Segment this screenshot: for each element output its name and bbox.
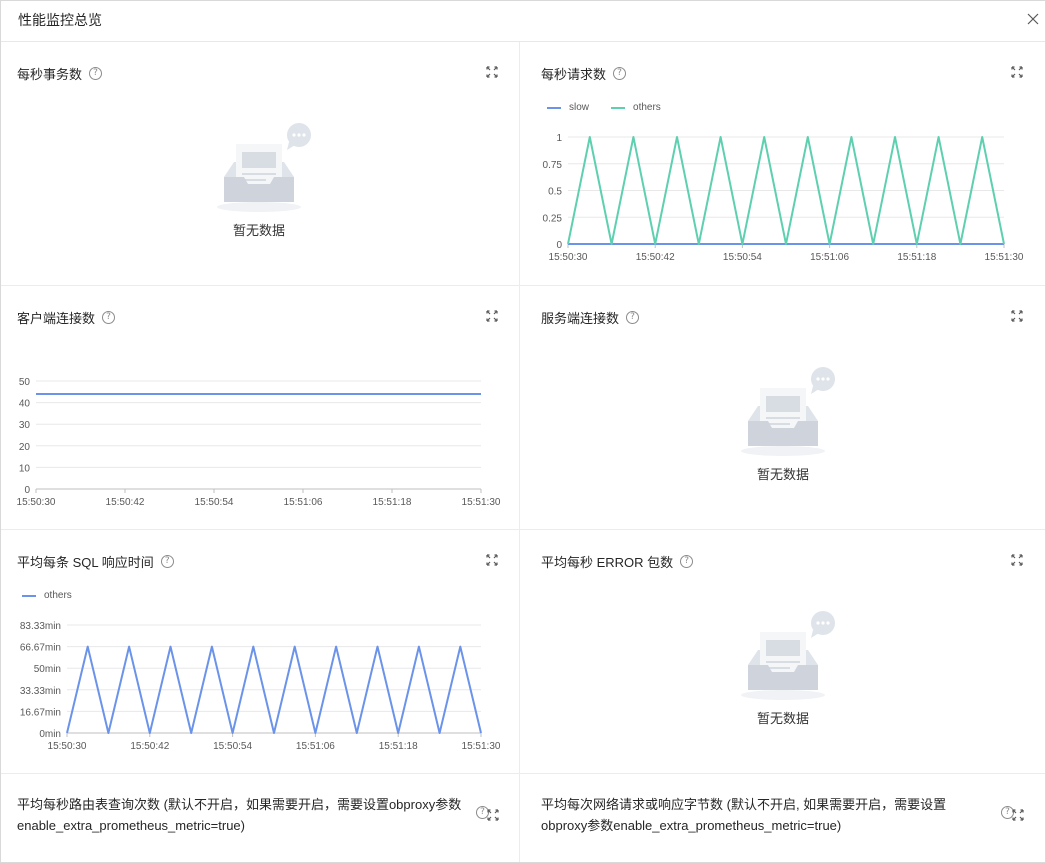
y-tick-label: 83.33min [20,621,61,632]
x-tick-label: 15:50:54 [213,741,252,752]
x-tick-label: 15:51:30 [462,497,501,508]
x-tick-label: 15:51:30 [985,252,1024,263]
expand-icon[interactable] [1011,554,1023,566]
x-tick-label: 15:51:06 [296,741,335,752]
y-tick-label: 0.25 [543,213,563,224]
panel-title: 服务端连接数 [541,311,620,326]
y-tick-label: 50 [19,377,31,388]
x-tick-label: 15:50:42 [130,741,169,752]
qps-line-chart: 0 0.25 0.5 0.75 1 15:50:30 15:50:42 15:50:54 15:… [543,133,1024,263]
y-tick-label: 0.5 [548,187,562,198]
panel-server-conn: 服务端连接数 ? 暂无数据 [520,286,1045,530]
panel-sql-rt: 平均每条 SQL 响应时间 ? others 0min 16.67min 33.33… [1,530,520,774]
panel-route-query: 平均每秒路由表查询次数 (默认不开启，如果需要开启，需要设置obproxy参数e… [1,774,520,862]
empty-inbox-icon [741,611,835,700]
close-button[interactable] [1021,7,1045,31]
empty-state: 暂无数据 [199,122,319,242]
client-conn-line-chart: 0 10 20 30 40 50 15:50:30 15:50:42 15:50:54 15:51… [17,377,501,508]
help-icon[interactable]: ? [626,311,640,324]
x-tick-label: 15:50:42 [636,252,675,263]
expand-icon[interactable] [1011,310,1023,322]
y-tick-label: 66.67min [20,643,61,654]
y-tick-label: 50min [34,664,61,675]
panel-client-conn: 客户端连接数 ? 0 10 20 30 40 50 15:50:30 15:50:42 15:5… [1,286,520,530]
y-tick-label: 10 [19,463,31,474]
x-tick-label: 15:51:30 [462,741,501,752]
x-tick-label: 15:50:30 [549,252,588,263]
x-tick-label: 15:51:18 [373,497,412,508]
empty-text: 暂无数据 [756,711,809,726]
y-tick-label: 0 [556,240,562,251]
empty-inbox-icon [217,123,311,212]
y-tick-label: 0.75 [543,160,563,171]
x-tick-label: 15:50:30 [17,497,56,508]
close-icon [1027,13,1039,25]
panel-qps: 每秒请求数 ? slow others 0 0.25 0.5 0.75 1 15:50:3… [520,42,1045,286]
x-tick-label: 15:51:18 [379,741,418,752]
modal-title: 性能监控总览 [18,12,102,28]
expand-icon[interactable] [486,66,498,78]
help-icon[interactable]: ? [89,67,103,80]
y-tick-label: 0 [24,485,30,496]
empty-inbox-icon [741,367,835,456]
empty-state: 暂无数据 [723,366,843,486]
panel-net-bytes: 平均每次网络请求或响应字节数 (默认不开启, 如果需要开启，需要设置obprox… [520,774,1045,862]
expand-icon[interactable] [487,809,499,821]
x-tick-label: 15:50:30 [48,741,87,752]
panel-title: 平均每次网络请求或响应字节数 (默认不开启, 如果需要开启，需要设置obprox… [541,797,947,833]
x-tick-label: 15:51:18 [897,252,936,263]
empty-text: 暂无数据 [756,467,809,482]
panel-title: 每秒事务数 [17,67,83,82]
expand-icon[interactable] [1012,809,1024,821]
empty-state: 暂无数据 [723,610,843,730]
panel-tps: 每秒事务数 ? 暂无数据 [1,42,520,286]
panel-error-pkt: 平均每秒 ERROR 包数 ? 暂无数据 [520,530,1045,774]
y-tick-label: 1 [556,133,562,144]
panel-title: 平均每秒路由表查询次数 (默认不开启，如果需要开启，需要设置obproxy参数e… [17,797,462,833]
empty-text: 暂无数据 [232,223,285,238]
panel-title: 平均每秒 ERROR 包数 [541,555,674,570]
x-tick-label: 15:51:06 [284,497,323,508]
x-tick-label: 15:50:54 [195,497,234,508]
performance-overview-modal: 性能监控总览 每秒事务数 ? 暂无数据 每秒请求数 ? slow others … [0,0,1046,863]
help-icon[interactable]: ? [680,555,694,568]
modal-header: 性能监控总览 [1,1,1045,42]
sql-rt-line-chart: 0min 16.67min 33.33min 50min 66.67min 83.33mi… [20,621,501,752]
y-tick-label: 30 [19,420,31,431]
x-tick-label: 15:51:06 [810,252,849,263]
y-tick-label: 0min [39,729,61,740]
y-tick-label: 40 [19,399,31,410]
y-tick-label: 20 [19,442,31,453]
y-tick-label: 33.33min [20,686,61,697]
x-tick-label: 15:50:42 [106,497,145,508]
y-tick-label: 16.67min [20,707,61,718]
x-tick-label: 15:50:54 [723,252,762,263]
